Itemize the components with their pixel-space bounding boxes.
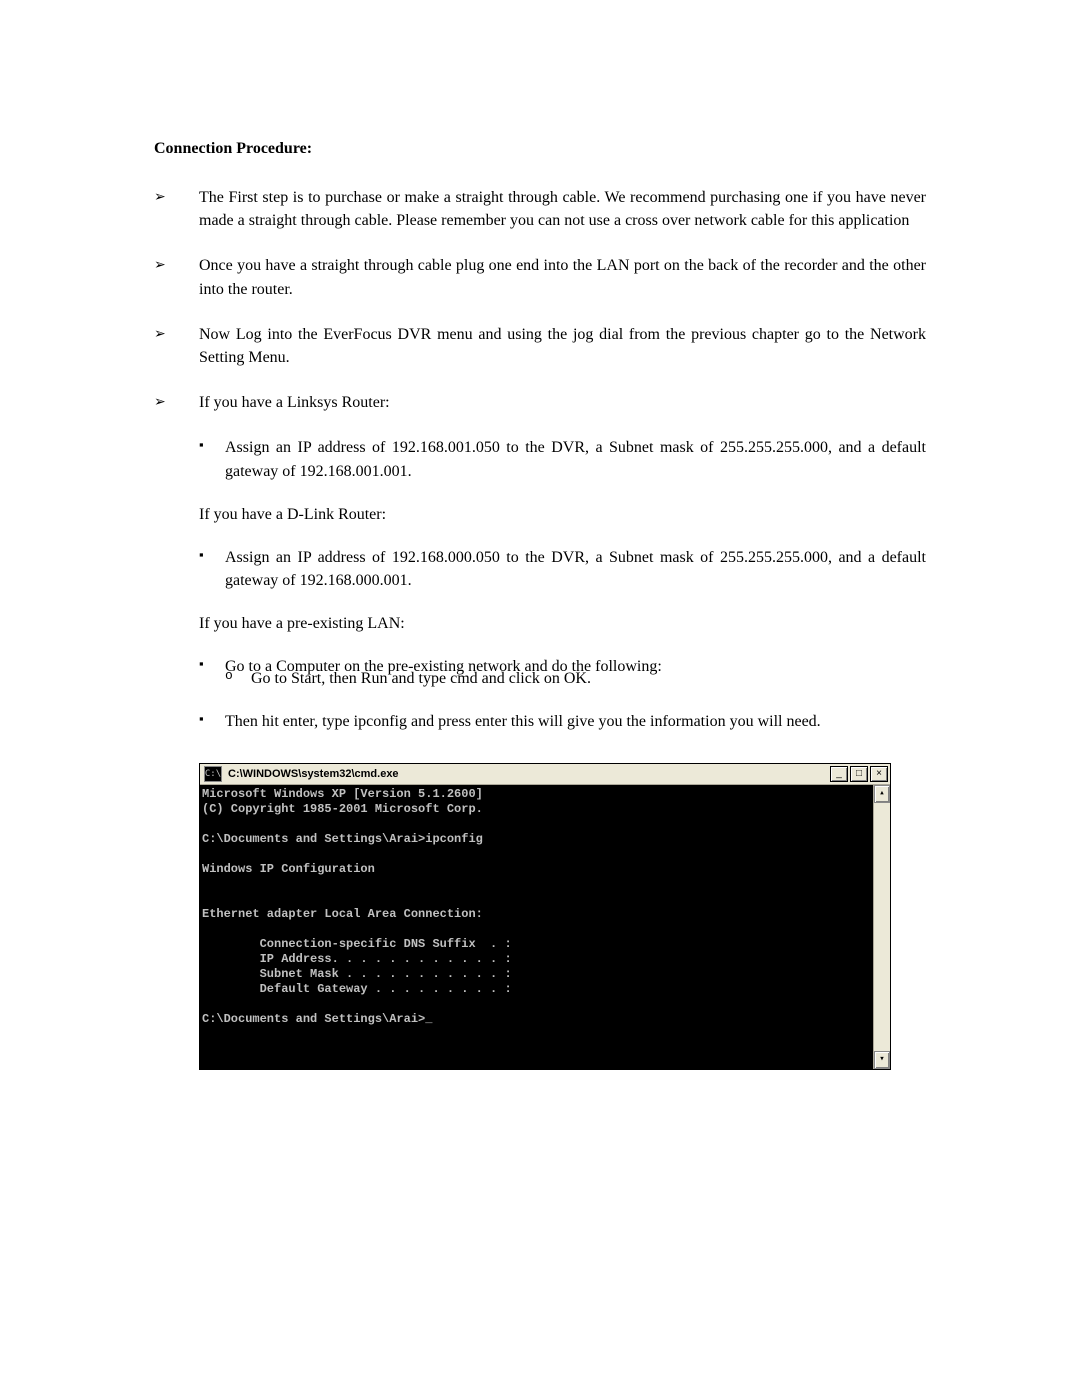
sub-bullet-text: Then hit enter, type ipconfig and press … <box>225 710 926 733</box>
bullet-item: ➢ The First step is to purchase or make … <box>154 186 926 232</box>
chevron-right-icon: ➢ <box>154 254 199 300</box>
bullet-item: ➢ Now Log into the EverFocus DVR menu an… <box>154 323 926 369</box>
chevron-right-icon: ➢ <box>154 323 199 369</box>
maximize-button[interactable]: □ <box>850 766 868 782</box>
chevron-right-icon: ➢ <box>154 391 199 414</box>
sub-bullet-item: ▪ Then hit enter, type ipconfig and pres… <box>199 710 926 733</box>
sub-content: ▪ Assign an IP address of 192.168.001.05… <box>199 436 926 733</box>
square-bullet-icon: ▪ <box>199 436 225 482</box>
circle-bullet-icon: o <box>225 667 251 690</box>
bullet-text: The First step is to purchase or make a … <box>199 186 926 232</box>
cmd-body-wrap: Microsoft Windows XP [Version 5.1.2600] … <box>200 785 890 1069</box>
sub-bullet-item: ▪ Assign an IP address of 192.168.000.05… <box>199 546 926 592</box>
sub-bullet-text: Assign an IP address of 192.168.000.050 … <box>225 546 926 592</box>
square-bullet-icon: ▪ <box>199 710 225 733</box>
sub-sub-bullet-text: Go to Start, then Run and type cmd and c… <box>251 667 591 690</box>
cmd-window: C:\ C:\WINDOWS\system32\cmd.exe _ □ × Mi… <box>199 763 891 1070</box>
minimize-button[interactable]: _ <box>830 766 848 782</box>
scrollbar[interactable]: ▴ ▾ <box>873 785 890 1069</box>
cmd-title: C:\WINDOWS\system32\cmd.exe <box>228 768 828 780</box>
bullet-text: If you have a Linksys Router: <box>199 391 926 414</box>
section-heading: Connection Procedure: <box>154 140 926 158</box>
bullet-text: Now Log into the EverFocus DVR menu and … <box>199 323 926 369</box>
sub-bullet-text: Assign an IP address of 192.168.001.050 … <box>225 436 926 482</box>
scroll-down-icon[interactable]: ▾ <box>874 1051 890 1069</box>
router-label: If you have a pre-existing LAN: <box>199 612 926 635</box>
square-bullet-icon: ▪ <box>199 546 225 592</box>
cmd-output[interactable]: Microsoft Windows XP [Version 5.1.2600] … <box>200 785 873 1069</box>
cmd-icon: C:\ <box>204 766 222 782</box>
bullet-item: ➢ Once you have a straight through cable… <box>154 254 926 300</box>
sub-bullet-item: ▪ Assign an IP address of 192.168.001.05… <box>199 436 926 482</box>
chevron-right-icon: ➢ <box>154 186 199 232</box>
scroll-track[interactable] <box>874 803 890 1051</box>
square-bullet-icon: ▪ <box>199 655 225 678</box>
document-page: Connection Procedure: ➢ The First step i… <box>0 0 1080 1399</box>
router-label: If you have a D-Link Router: <box>199 503 926 526</box>
close-button[interactable]: × <box>870 766 888 782</box>
bullet-text: Once you have a straight through cable p… <box>199 254 926 300</box>
cmd-titlebar: C:\ C:\WINDOWS\system32\cmd.exe _ □ × <box>200 764 890 785</box>
scroll-up-icon[interactable]: ▴ <box>874 785 890 803</box>
bullet-item: ➢ If you have a Linksys Router: <box>154 391 926 414</box>
